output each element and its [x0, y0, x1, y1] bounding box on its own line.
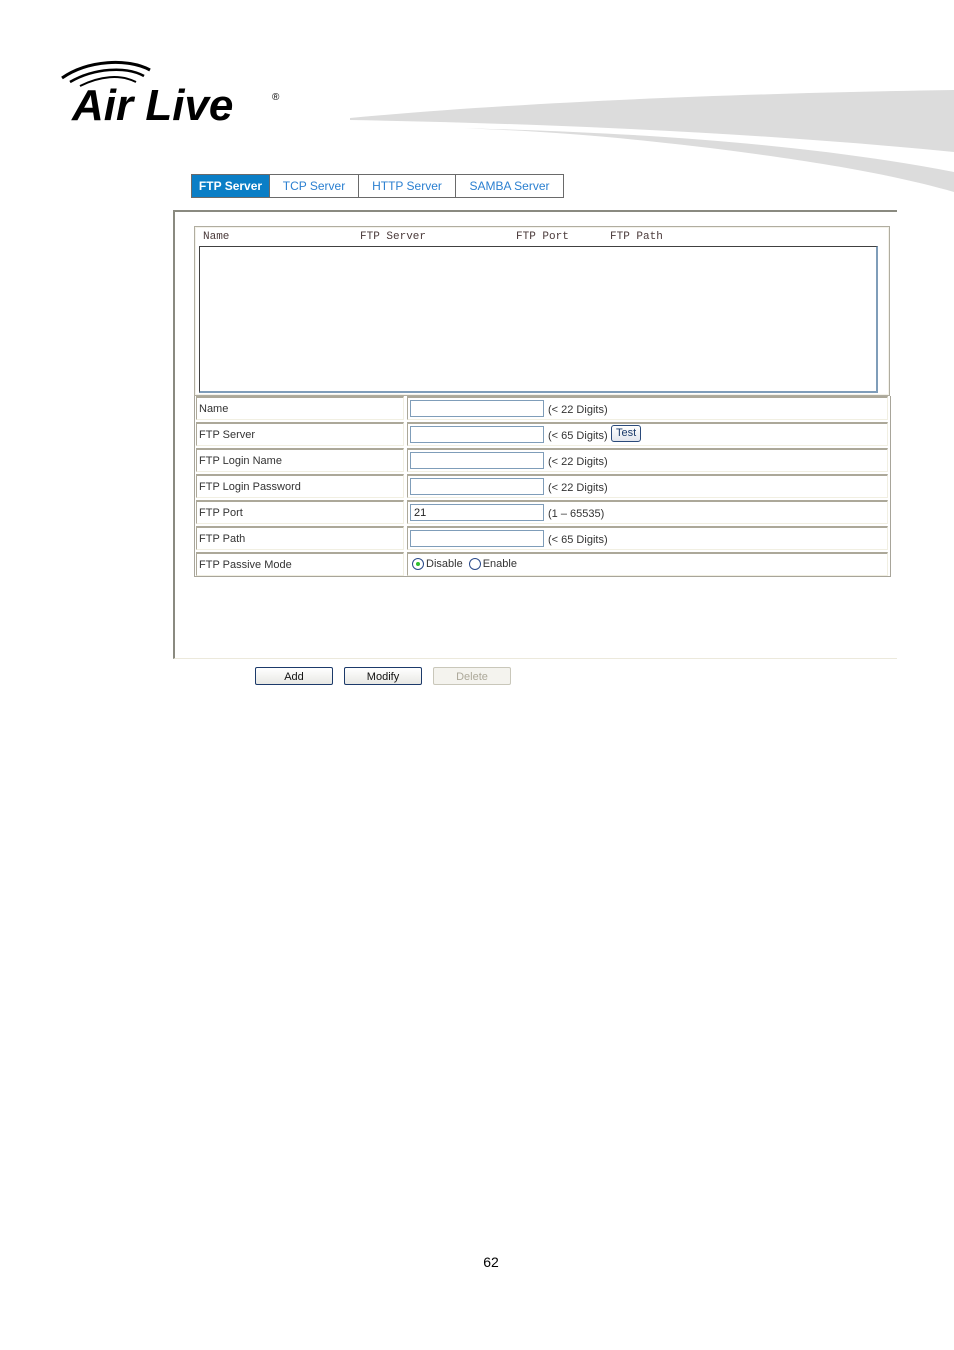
ftp-login-name-hint: (< 22 Digits): [548, 456, 608, 468]
ftp-port-cell: (1 – 65535): [407, 500, 888, 524]
tab-samba-server[interactable]: SAMBA Server: [455, 175, 563, 197]
ftp-port-label: FTP Port: [196, 500, 404, 524]
form-row-name: Name (< 22 Digits): [196, 396, 888, 420]
ftp-server-input[interactable]: [410, 426, 544, 443]
ftp-path-cell: (< 65 Digits): [407, 526, 888, 550]
ftp-server-hint: (< 65 Digits): [548, 430, 608, 442]
page-number: 62: [483, 1254, 499, 1270]
add-button[interactable]: Add: [255, 667, 333, 685]
column-header-ftp-port: FTP Port: [516, 231, 569, 243]
tab-http-server[interactable]: HTTP Server: [358, 175, 455, 197]
passive-mode-enable-radio[interactable]: [468, 558, 481, 570]
ftp-login-password-hint: (< 22 Digits): [548, 482, 608, 494]
modify-button[interactable]: Modify: [344, 667, 422, 685]
server-tabs: FTP Server TCP Server HTTP Server SAMBA …: [191, 174, 564, 198]
form-row-ftp-path: FTP Path (< 65 Digits): [196, 526, 888, 550]
column-header-name: Name: [203, 231, 230, 243]
form-row-ftp-port: FTP Port (1 – 65535): [196, 500, 888, 524]
passive-mode-disable-label[interactable]: Disable: [426, 558, 463, 570]
ftp-settings-form: Name (< 22 Digits) FTP Server (< 65 Digi…: [194, 396, 891, 577]
ftp-server-list: Name FTP Server FTP Port FTP Path: [194, 226, 890, 396]
passive-mode-radio-group: Disable Enable: [412, 558, 523, 570]
ftp-path-label: FTP Path: [196, 526, 404, 550]
form-row-ftp-server: FTP Server (< 65 Digits) Test: [196, 422, 888, 446]
ftp-path-hint: (< 65 Digits): [548, 534, 608, 546]
name-input[interactable]: [410, 400, 544, 417]
test-button[interactable]: Test: [611, 425, 642, 442]
ftp-port-hint: (1 – 65535): [548, 508, 605, 520]
ftp-passive-mode-cell: Disable Enable: [407, 552, 888, 576]
column-header-ftp-server: FTP Server: [360, 231, 427, 243]
ftp-server-label: FTP Server: [196, 422, 404, 446]
ftp-login-name-input[interactable]: [410, 452, 544, 469]
ftp-login-password-cell: (< 22 Digits): [407, 474, 888, 498]
tab-tcp-server[interactable]: TCP Server: [269, 175, 358, 197]
ftp-login-password-input[interactable]: [410, 478, 544, 495]
delete-button: Delete: [433, 667, 511, 685]
airlive-logo-icon: Air Live ®: [61, 60, 280, 130]
ftp-login-password-label: FTP Login Password: [196, 474, 404, 498]
ftp-passive-mode-label: FTP Passive Mode: [196, 552, 404, 576]
passive-mode-disable-radio[interactable]: [412, 558, 424, 570]
form-row-ftp-passive-mode: FTP Passive Mode Disable Enable: [196, 552, 888, 576]
airlive-logo: Air Live ®: [58, 60, 288, 130]
logo-text: Air Live: [71, 81, 233, 130]
ftp-server-cell: (< 65 Digits) Test: [407, 422, 888, 446]
form-row-ftp-login-name: FTP Login Name (< 22 Digits): [196, 448, 888, 472]
registered-mark: ®: [272, 92, 280, 103]
ftp-login-name-label: FTP Login Name: [196, 448, 404, 472]
ftp-login-name-cell: (< 22 Digits): [407, 448, 888, 472]
tab-ftp-server[interactable]: FTP Server: [192, 175, 269, 197]
passive-mode-enable-label[interactable]: Enable: [483, 558, 517, 570]
name-label: Name: [196, 396, 404, 420]
form-row-ftp-login-password: FTP Login Password (< 22 Digits): [196, 474, 888, 498]
server-list-area[interactable]: [199, 246, 878, 393]
name-hint: (< 22 Digits): [548, 404, 608, 416]
ftp-path-input[interactable]: [410, 530, 544, 547]
ftp-port-input[interactable]: [410, 504, 544, 521]
column-header-ftp-path: FTP Path: [610, 231, 663, 243]
name-cell: (< 22 Digits): [407, 396, 888, 420]
